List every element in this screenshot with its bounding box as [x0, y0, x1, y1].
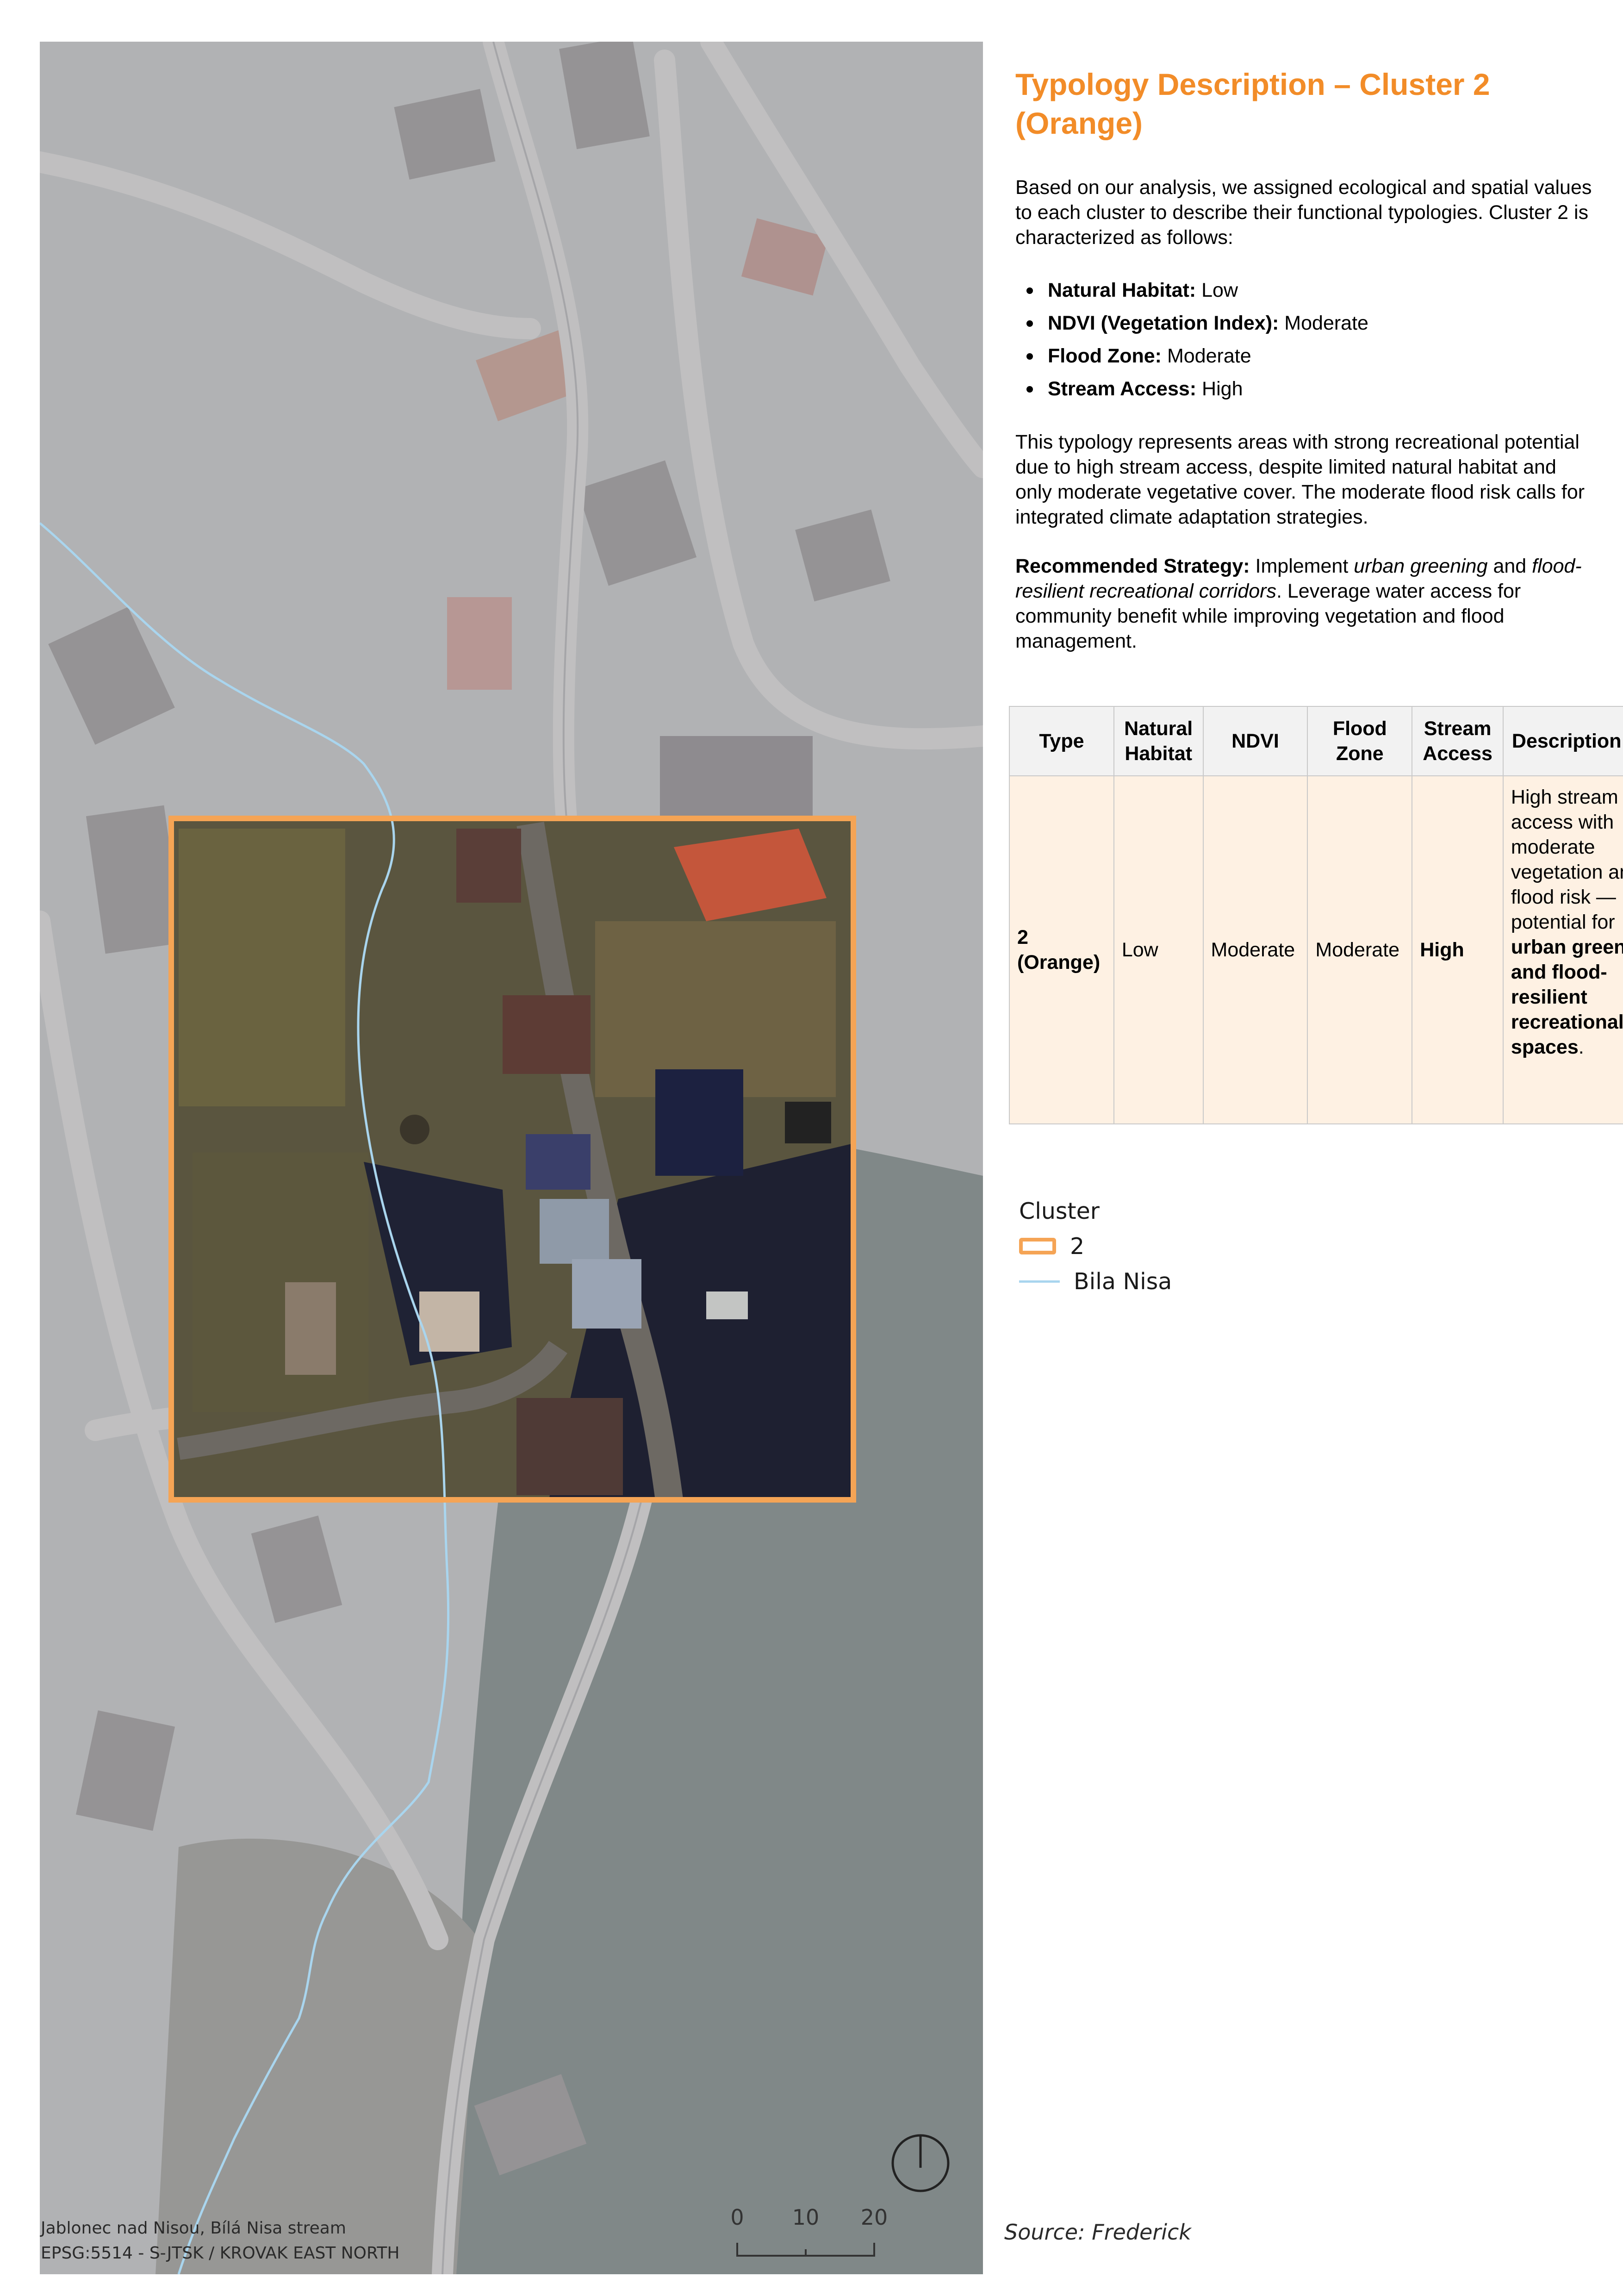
- table-row: 2 (Orange) Low Moderate Moderate High Hi…: [1009, 775, 1623, 1124]
- page-title: Typology Description – Cluster 2 (Orange…: [1015, 67, 1490, 140]
- stream-line-icon: [1019, 1280, 1060, 1283]
- intro-paragraph: Based on our analysis, we assigned ecolo…: [1015, 176, 1592, 249]
- cell-natural-habitat: Low: [1113, 775, 1204, 1124]
- cell-description: High stream access with moderate vegetat…: [1502, 775, 1623, 1124]
- source-credit: Source: Frederick: [1004, 2220, 1191, 2245]
- scale-bar-graphic: [736, 2243, 875, 2257]
- map-crs: EPSG:5514 - S-JTSK / KROVAK EAST NORTH: [41, 2244, 400, 2263]
- cell-stream-access: High: [1412, 775, 1504, 1124]
- north-arrow-icon: [891, 2134, 950, 2192]
- typology-table: Type Natural Habitat NDVI Flood Zone Str…: [1009, 706, 1623, 1124]
- legend-title: Cluster: [1019, 1198, 1100, 1224]
- legend-stream-label: Bila Nisa: [1074, 1268, 1172, 1295]
- map-legend: Cluster 2 Bila Nisa: [1019, 1193, 1172, 1299]
- cluster-2-imagery: [171, 818, 853, 1502]
- col-header-flood-zone: Flood Zone: [1307, 706, 1413, 776]
- legend-item-cluster: 2: [1019, 1229, 1172, 1264]
- attribute-list: Natural Habitat: Low NDVI (Vegetation In…: [1015, 274, 1623, 406]
- cell-flood-zone: Moderate: [1307, 775, 1413, 1124]
- table-header-row: Type Natural Habitat NDVI Flood Zone Str…: [1009, 706, 1623, 776]
- col-header-type: Type: [1009, 706, 1114, 776]
- col-header-ndvi: NDVI: [1202, 706, 1308, 776]
- attribute-item: Stream Access: High: [1026, 373, 1623, 406]
- legend-item-stream: Bila Nisa: [1019, 1264, 1172, 1299]
- scale-bar: 0 10 20: [730, 2205, 890, 2260]
- attribute-item: Flood Zone: Moderate: [1026, 340, 1623, 373]
- attribute-item: NDVI (Vegetation Index): Moderate: [1026, 307, 1623, 340]
- strategy-paragraph: Recommended Strategy: Implement urban gr…: [1015, 555, 1582, 652]
- legend-cluster-label: 2: [1070, 1233, 1085, 1260]
- cell-ndvi: Moderate: [1202, 775, 1308, 1124]
- map-imagery: [40, 42, 983, 2274]
- attribute-item: Natural Habitat: Low: [1026, 274, 1623, 307]
- map-location: Jablonec nad Nisou, Bílá Nisa stream: [41, 2219, 346, 2238]
- map-panel[interactable]: Jablonec nad Nisou, Bílá Nisa stream EPS…: [40, 42, 983, 2274]
- cell-type: 2 (Orange): [1009, 775, 1114, 1124]
- col-header-natural-habitat: Natural Habitat: [1113, 706, 1204, 776]
- col-header-description: Description: [1502, 706, 1623, 776]
- map-caption: Jablonec nad Nisou, Bílá Nisa stream EPS…: [40, 2216, 399, 2266]
- summary-paragraph: This typology represents areas with stro…: [1015, 431, 1585, 528]
- description-panel: Typology Description – Cluster 2 (Orange…: [1015, 65, 1623, 678]
- col-header-stream-access: Stream Access: [1412, 706, 1504, 776]
- cluster-swatch-icon: [1019, 1238, 1056, 1254]
